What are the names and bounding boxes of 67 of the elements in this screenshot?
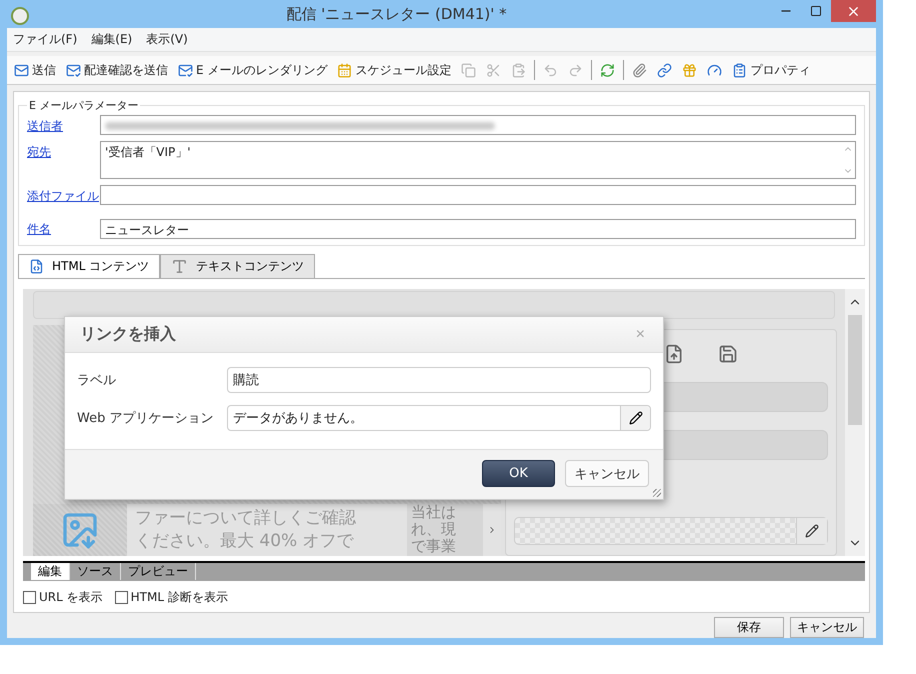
editor-tab[interactable]: 編集 <box>31 563 70 580</box>
redo-icon <box>568 62 584 78</box>
input-field[interactable]: ニュースレター <box>100 219 856 239</box>
checkbox[interactable] <box>23 591 36 604</box>
gift-icon <box>682 62 698 78</box>
tab[interactable]: テキストコンテンツ <box>160 254 316 278</box>
pencil-icon <box>628 411 642 425</box>
pencil-icon[interactable] <box>805 524 819 538</box>
input-field[interactable] <box>100 185 856 205</box>
body-text: ファーについて詳しくご確認 ください。最大 40% オフで <box>134 507 357 553</box>
envelope-icon <box>14 62 29 78</box>
dialog-title: リンクを挿入 <box>80 324 176 345</box>
footer-button[interactable]: キャンセル <box>790 617 864 638</box>
undo-icon <box>543 62 558 78</box>
footer-button[interactable]: 保存 <box>714 617 784 638</box>
edit-button[interactable] <box>620 406 650 430</box>
file-save-icon[interactable] <box>718 344 738 364</box>
toolbar-button[interactable]: プロパティ <box>730 62 812 78</box>
clipboard-icon <box>732 62 748 78</box>
editor-tab[interactable]: ソース <box>70 563 121 580</box>
field-link[interactable]: 添付ファイル <box>27 185 100 205</box>
close-button[interactable] <box>831 0 876 22</box>
scissors-icon <box>486 62 502 78</box>
checkbox-label[interactable]: HTML 診断を表示 <box>114 589 228 606</box>
toolbar-button[interactable]: スケジュール設定 <box>335 62 454 78</box>
maximize-icon <box>810 5 822 17</box>
menu-item[interactable]: ファイル(F) <box>13 31 78 48</box>
toolbar-button[interactable]: 配達確認を送信 <box>64 62 170 78</box>
scrollbar[interactable] <box>845 289 865 556</box>
dialog-button[interactable]: キャンセル <box>565 460 649 487</box>
html-file-icon <box>29 259 44 274</box>
link-icon <box>657 62 672 78</box>
color-field[interactable] <box>514 517 828 545</box>
dialog-button[interactable]: OK <box>482 460 555 487</box>
field-label: Web アプリケーション <box>77 410 214 427</box>
toolbar-button[interactable] <box>655 62 674 78</box>
field-link[interactable]: 宛先 <box>27 141 100 161</box>
input-field[interactable]: 購読 <box>227 367 651 393</box>
input-field[interactable] <box>100 115 856 135</box>
checkbox-label[interactable]: URL を表示 <box>23 589 103 606</box>
editor-tab[interactable]: プレビュー <box>121 563 196 580</box>
copy-icon <box>461 62 476 78</box>
checkbox[interactable] <box>114 591 128 604</box>
field-link[interactable]: 送信者 <box>27 115 100 135</box>
envelope-check-icon <box>66 62 81 78</box>
toolbar-button[interactable]: 送信 <box>12 62 58 78</box>
gauge-icon <box>707 62 722 78</box>
letter-icon <box>171 258 188 275</box>
file-upload-icon[interactable] <box>664 344 684 364</box>
group-title: E メールパラメーター <box>28 98 140 113</box>
window-title: 配信 'ニュースレター (DM41)' * <box>285 4 508 24</box>
tab[interactable]: HTML コンテンツ <box>18 254 160 278</box>
menu-item[interactable]: 編集(E) <box>91 31 132 48</box>
menu-item[interactable]: 表示(V) <box>146 31 188 48</box>
side-text: 当社は れ、現 で事業 <box>407 504 483 556</box>
calendar-icon <box>337 62 352 78</box>
field-link[interactable]: 件名 <box>27 211 100 238</box>
paste-icon <box>511 62 526 78</box>
envelope-check-icon <box>178 62 193 78</box>
input-field[interactable]: データがありません。 <box>227 405 651 431</box>
paperclip-icon <box>632 62 648 78</box>
toolbar-button[interactable]: E メールのレンダリング <box>176 62 330 78</box>
toolbar-button[interactable] <box>705 62 724 78</box>
app-icon <box>11 7 29 25</box>
resize-grip[interactable] <box>653 489 661 497</box>
field-label: ラベル <box>77 372 117 389</box>
refresh-icon <box>600 62 616 78</box>
